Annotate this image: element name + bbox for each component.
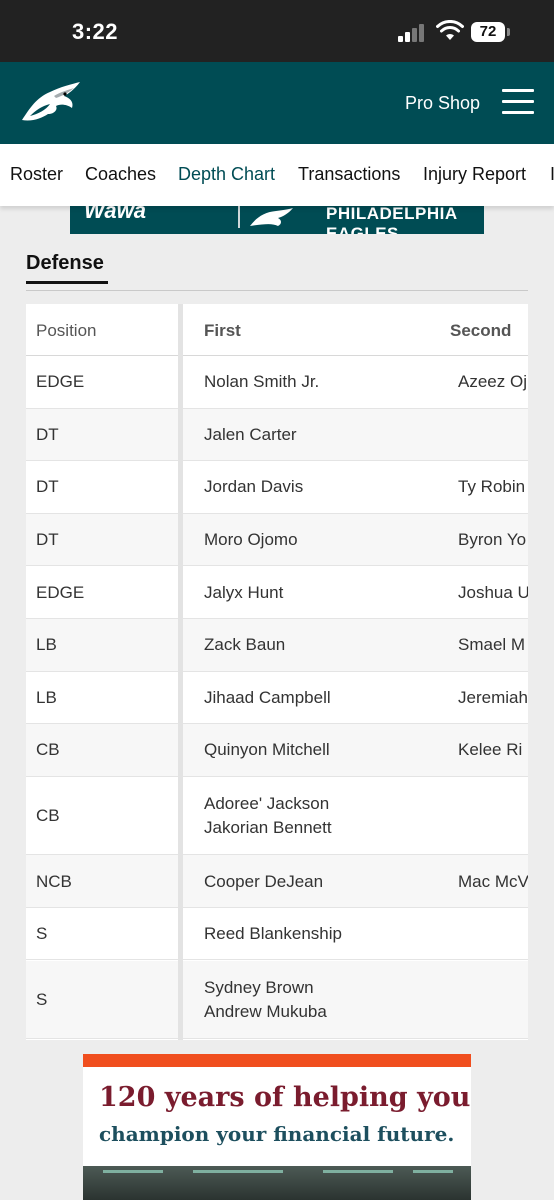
section-title-underline (26, 281, 108, 284)
first-string-cell: Jordan Davis (204, 475, 303, 499)
tab-next[interactable]: I (550, 164, 554, 185)
column-divider (178, 304, 183, 1040)
table-row: EDGE Jalyx Hunt Joshua U (26, 566, 528, 619)
position-cell: LB (36, 635, 57, 655)
player-name[interactable]: Jalyx Hunt (204, 581, 283, 605)
position-cell: DT (36, 477, 59, 497)
player-name[interactable]: Andrew Mukuba (204, 1000, 327, 1024)
tab-transactions[interactable]: Transactions (298, 164, 400, 185)
first-string-cell: Sydney Brown Andrew Mukuba (204, 976, 327, 1024)
tab-injury-report[interactable]: Injury Report (423, 164, 526, 185)
section-title-defense[interactable]: Defense (26, 252, 104, 275)
tab-roster[interactable]: Roster (10, 164, 63, 185)
second-string-cell: Byron Yo (458, 528, 526, 552)
first-string-cell: Moro Ojomo (204, 528, 298, 552)
first-string-cell: Adoree' Jackson Jakorian Bennett (204, 792, 332, 840)
status-time: 3:22 (72, 19, 119, 44)
position-cell: DT (36, 424, 59, 444)
position-cell: CB (36, 806, 60, 826)
second-string-cell: Joshua U (458, 581, 528, 605)
tab-depth-chart[interactable]: Depth Chart (178, 164, 275, 185)
player-name[interactable]: Jihaad Campbell (204, 686, 331, 710)
second-string-cell: Mac McV (458, 870, 528, 894)
first-string-cell: Zack Baun (204, 633, 285, 657)
player-name[interactable]: Quinyon Mitchell (204, 738, 330, 762)
player-name[interactable]: Mac McV (458, 870, 528, 894)
depth-chart-table: Position First Second EDGE Nolan Smith Jr… (26, 304, 528, 1040)
player-name[interactable]: Sydney Brown (204, 976, 327, 1000)
first-string-cell: Nolan Smith Jr. (204, 370, 319, 394)
player-name[interactable]: Adoree' Jackson (204, 792, 332, 816)
table-row: DT Jordan Davis Ty Robin (26, 461, 528, 514)
position-cell: DT (36, 530, 59, 550)
banner-divider (238, 206, 240, 228)
player-name[interactable]: Cooper DeJean (204, 870, 323, 894)
second-string-cell: Ty Robin (458, 475, 525, 499)
promo-headline: 120 years of helping you (99, 1082, 471, 1113)
banner-text: PHILADELPHIA EAGLES (326, 204, 457, 234)
cellular-signal-icon (398, 24, 428, 42)
hamburger-menu-icon[interactable] (502, 89, 534, 115)
table-row: CB Quinyon Mitchell Kelee Ri (26, 724, 528, 777)
position-cell: NCB (36, 871, 72, 891)
promo-ad[interactable]: 120 years of helping you champion your f… (83, 1054, 471, 1200)
table-row: S Reed Blankenship (26, 908, 528, 961)
position-cell: S (36, 924, 48, 944)
battery-tip (507, 28, 510, 36)
player-name[interactable]: Jordan Davis (204, 475, 303, 499)
first-string-cell: Jalyx Hunt (204, 581, 283, 605)
status-bar: 3:22 72 (0, 0, 554, 62)
section-divider (26, 290, 528, 291)
player-name[interactable]: Azeez Oj (458, 370, 527, 394)
eagles-wordmark-icon (250, 208, 293, 226)
table-row: DT Moro Ojomo Byron Yo (26, 513, 528, 567)
position-cell: EDGE (36, 582, 85, 602)
header-first: First (204, 321, 241, 340)
player-name[interactable]: Smael M (458, 633, 525, 657)
player-name[interactable]: Jeremiah (458, 686, 528, 710)
promo-subheadline: champion your financial future. (99, 1122, 455, 1146)
battery-icon: 72 (471, 22, 505, 42)
player-name[interactable]: Nolan Smith Jr. (204, 370, 319, 394)
second-string-cell: Kelee Ri (458, 738, 522, 762)
table-row: LB Zack Baun Smael M (26, 619, 528, 672)
table-row: EDGE Nolan Smith Jr. Azeez Oj (26, 356, 528, 409)
header-second: Second (450, 321, 512, 340)
position-cell: LB (36, 687, 57, 707)
first-string-cell: Jalen Carter (204, 423, 297, 447)
header-position: Position (36, 321, 97, 340)
eagles-logo-icon[interactable] (20, 80, 82, 124)
pro-shop-link[interactable]: Pro Shop (405, 93, 480, 114)
table-row: NCB Cooper DeJean Mac McV (26, 855, 528, 908)
stadium-photo (83, 1166, 471, 1200)
top-navigation: Pro Shop (0, 62, 554, 144)
table-row: LB Jihaad Campbell Jeremiah (26, 672, 528, 725)
player-name[interactable]: Reed Blankenship (204, 922, 342, 946)
player-name[interactable]: Zack Baun (204, 633, 285, 657)
player-name[interactable]: Moro Ojomo (204, 528, 298, 552)
position-cell: S (36, 989, 48, 1009)
first-string-cell: Reed Blankenship (204, 922, 342, 946)
first-string-cell: Jihaad Campbell (204, 686, 331, 710)
first-string-cell: Quinyon Mitchell (204, 738, 330, 762)
table-row: DT Jalen Carter (26, 408, 528, 462)
subnav-tabs: Roster Coaches Depth Chart Transactions … (0, 144, 554, 206)
second-string-cell: Azeez Oj (458, 370, 527, 394)
first-string-cell: Cooper DeJean (204, 870, 323, 894)
wifi-icon (436, 20, 464, 40)
player-name[interactable]: Jakorian Bennett (204, 816, 332, 840)
player-name[interactable]: Ty Robin (458, 475, 525, 499)
player-name[interactable]: Joshua U (458, 581, 528, 605)
player-name[interactable]: Kelee Ri (458, 738, 522, 762)
table-row: S Sydney Brown Andrew Mukuba (26, 960, 528, 1039)
player-name[interactable]: Byron Yo (458, 528, 526, 552)
table-row: CB Adoree' Jackson Jakorian Bennett (26, 777, 528, 856)
tab-coaches[interactable]: Coaches (85, 164, 156, 185)
player-name[interactable]: Jalen Carter (204, 423, 297, 447)
position-cell: EDGE (36, 372, 85, 392)
promo-accent-bar (83, 1054, 471, 1067)
position-cell: CB (36, 740, 60, 760)
second-string-cell: Jeremiah (458, 686, 528, 710)
second-string-cell: Smael M (458, 633, 525, 657)
